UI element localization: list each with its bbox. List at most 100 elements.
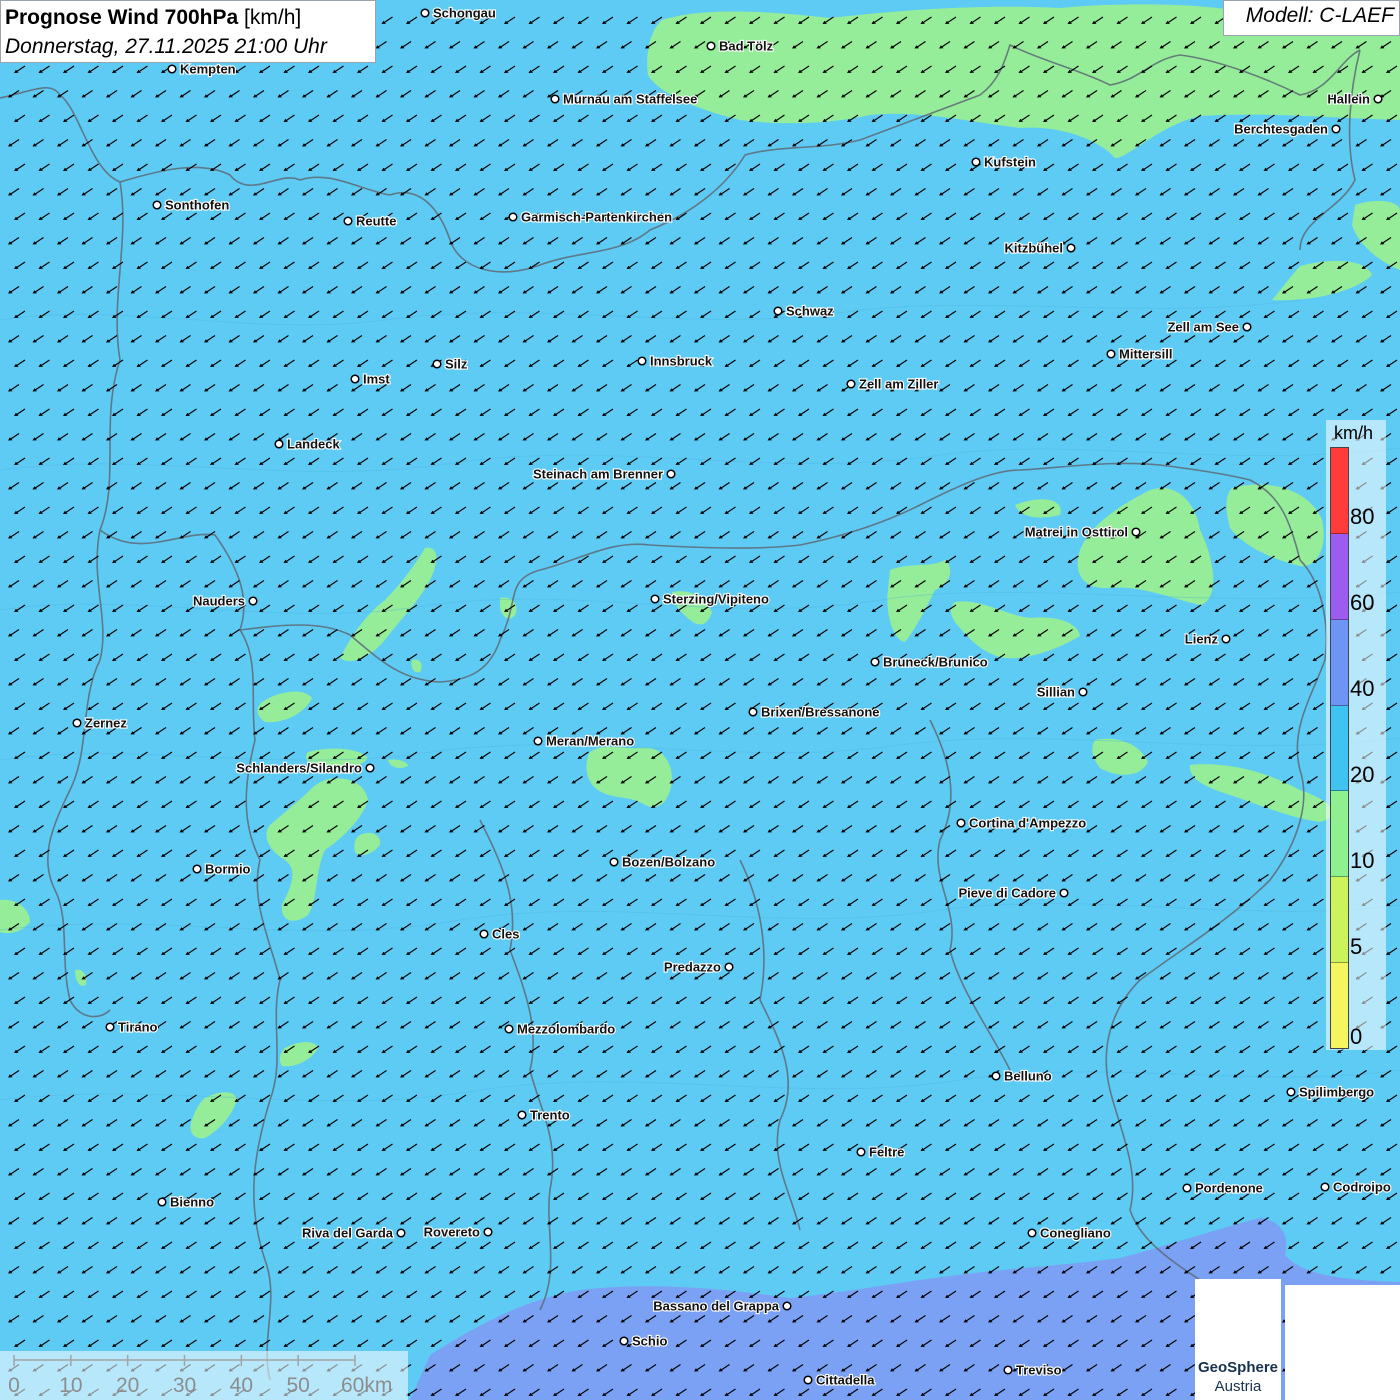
city-dot [1027,1228,1037,1238]
legend-bin [1331,619,1348,706]
city-pordenone: Pordenone [1182,1179,1264,1197]
geosphere-logo-name: GeoSphere [1197,1359,1279,1376]
city-dot [803,1375,813,1385]
city-dot [248,596,258,606]
legend-bin [1331,877,1348,964]
city-dot [637,356,647,366]
city-label: Zell am Ziller [859,377,938,392]
city-label: Pordenone [1195,1181,1263,1196]
city-label: Cles [492,927,519,942]
city-dot [619,1336,629,1346]
city-dot [1286,1087,1296,1097]
city-label: Pieve di Cadore [958,886,1056,901]
legend-tick-label: 0 [1350,1024,1363,1049]
model-label: Modell: C-LAEF [1223,0,1400,36]
city-dot [724,962,734,972]
city-label: Brixen/Bressanone [761,705,880,720]
city-label: Cittadella [816,1373,875,1388]
city-zell-am-ziller: Zell am Ziller [846,375,940,393]
city-dot [72,718,82,728]
city-dot [1106,349,1116,359]
city-label: Conegliano [1040,1226,1111,1241]
city-dot [846,379,856,389]
city-dot [956,818,966,828]
city-label: Feltre [869,1145,904,1160]
legend-tick-label: 20 [1350,762,1375,788]
city-dot [105,1022,115,1032]
city-steinach-am-brenner: Steinach am Brenner [532,465,676,483]
city-label: Silz [445,357,468,372]
city-bruneck-brunico: Bruneck/Brunico [870,653,989,671]
city-label: Schlanders/Silandro [236,761,362,776]
title-main: Prognose Wind 700hPa [5,6,239,29]
title-unit: [km/h] [244,6,302,29]
city-berchtesgaden: Berchtesgaden [1233,120,1341,138]
city-label: Imst [363,372,390,387]
city-label: Garmisch-Partenkirchen [521,210,672,225]
city-label: Bienno [170,1195,214,1210]
city-label: Rovereto [424,1225,480,1240]
map-title: Prognose Wind 700hPa [km/h] [5,3,371,32]
app-logo[interactable] [1285,1285,1400,1400]
city-label: Reutte [356,214,396,229]
city-matrei-in-osttirol: Matrei in Osttirol [1024,523,1141,541]
city-label: Riva del Garda [302,1226,394,1241]
city-label: Bormio [205,862,251,877]
city-innsbruck: Innsbruck [637,352,714,370]
legend-bin [1331,963,1348,1049]
city-label: Predazzo [664,960,721,975]
city-dot [396,1228,406,1238]
city-label: Hallein [1327,92,1370,107]
city-label: Innsbruck [650,354,713,369]
city-label: Trento [530,1108,570,1123]
city-garmisch-partenkirchen: Garmisch-Partenkirchen [508,208,673,226]
city-label: Bozen/Bolzano [622,855,715,870]
city-dot [856,1147,866,1157]
city-label: Kempten [180,62,236,77]
city-label: Sonthofen [165,198,229,213]
city-dot [991,1071,1001,1081]
city-dot [1373,94,1383,104]
legend-tick-label: 80 [1350,504,1375,530]
city-dot [157,1197,167,1207]
city-dot [192,864,202,874]
city-dot [365,763,375,773]
city-bozen-bolzano: Bozen/Bolzano [609,853,716,871]
city-label: Mittersill [1119,347,1172,362]
legend-tick-label: 60 [1350,590,1375,616]
city-zell-am-see: Zell am See [1166,318,1252,336]
city-dot [533,736,543,746]
city-label: Codroipo [1333,1180,1391,1195]
city-sonthofen: Sonthofen [152,196,230,214]
city-dot [706,41,716,51]
city-conegliano: Conegliano [1027,1224,1112,1242]
city-dot [508,212,518,222]
city-label: Mezzolombardo [517,1022,615,1037]
city-label: Belluno [1004,1069,1052,1084]
city-schongau: Schongau [420,4,497,22]
city-label: Bassano del Grappa [653,1299,779,1314]
city-label: Meran/Merano [546,734,634,749]
city-dot [167,64,177,74]
geosphere-logo[interactable]: GeoSphere Austria [1195,1279,1281,1400]
city-dot [650,594,660,604]
city-label: Lienz [1185,632,1219,647]
legend-tick-label: 40 [1350,676,1375,702]
city-label: Schio [632,1334,667,1349]
legend-bin [1331,448,1348,534]
city-dot [971,157,981,167]
city-label: Kitzbühel [1005,241,1064,256]
city-bassano-del-grappa: Bassano del Grappa [652,1297,792,1315]
city-dot [666,469,676,479]
city-pieve-di-cadore: Pieve di Cadore [957,884,1069,902]
city-dot [1078,687,1088,697]
city-sterzing-vipiteno: Sterzing/Vipiteno [650,590,770,608]
city-dot [343,216,353,226]
legend-bin [1331,791,1348,878]
city-label: Bad Tölz [719,39,774,54]
city-label: Cortina d'Ampezzo [969,816,1086,831]
city-dot [1320,1182,1330,1192]
city-dot [483,1227,493,1237]
city-label: Zernez [85,716,127,731]
legend-tick-label: 10 [1350,848,1375,874]
